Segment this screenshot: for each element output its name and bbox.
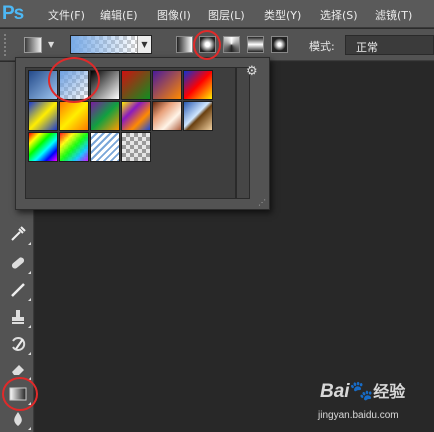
- watermark-brand2: 经验: [373, 384, 406, 401]
- resize-grip-icon[interactable]: ⋰: [258, 198, 266, 207]
- watermark-url: jingyan.baidu.com: [318, 410, 399, 421]
- blur-icon[interactable]: [9, 410, 31, 430]
- linear-gradient-icon[interactable]: [176, 36, 193, 53]
- menu-layer[interactable]: 图层(L): [208, 7, 245, 23]
- reflected-gradient-icon[interactable]: [247, 36, 264, 53]
- options-grip[interactable]: [4, 34, 10, 56]
- gradient-preset[interactable]: [90, 132, 120, 162]
- eyedropper-icon[interactable]: [9, 225, 31, 245]
- menu-select[interactable]: 选择(S): [320, 7, 358, 23]
- gradient-preset[interactable]: [121, 70, 151, 100]
- healing-brush-icon[interactable]: [9, 254, 31, 274]
- gradient-preset[interactable]: [183, 101, 213, 131]
- highlight-ring: [193, 30, 221, 60]
- gradient-preset[interactable]: [152, 70, 182, 100]
- menu-filter[interactable]: 滤镜(T): [375, 7, 412, 23]
- gradient-preview-picker[interactable]: ▼: [70, 35, 152, 54]
- menu-file[interactable]: 文件(F): [48, 7, 85, 23]
- mode-select[interactable]: 正常: [345, 35, 434, 55]
- clone-stamp-icon[interactable]: [9, 308, 31, 328]
- highlight-ring: [2, 377, 38, 411]
- menu-edit[interactable]: 编辑(E): [100, 7, 138, 23]
- chevron-down-icon[interactable]: ▼: [48, 40, 54, 49]
- watermark-brand: Bai: [320, 381, 350, 402]
- highlight-ring: [48, 57, 100, 103]
- photoshop-logo: Ps: [2, 3, 24, 24]
- paw-icon: 🐾: [349, 381, 374, 402]
- gradient-preset[interactable]: [152, 101, 182, 131]
- eraser-icon[interactable]: [9, 360, 31, 380]
- gradient-preset[interactable]: [183, 70, 213, 100]
- gradient-preset[interactable]: [28, 132, 58, 162]
- gradient-preset[interactable]: [59, 132, 89, 162]
- mode-label: 模式:: [309, 40, 335, 53]
- diamond-gradient-icon[interactable]: [271, 36, 288, 53]
- menu-bar: Ps 文件(F) 编辑(E) 图像(I) 图层(L) 类型(Y) 选择(S) 滤…: [0, 0, 434, 28]
- history-brush-icon[interactable]: [9, 335, 31, 355]
- watermark: Bai🐾经验 jingyan.baidu.com: [318, 378, 406, 421]
- gradient-preview-swatch[interactable]: [71, 36, 137, 53]
- gear-icon[interactable]: ⚙: [246, 64, 258, 79]
- angle-gradient-icon[interactable]: [223, 36, 240, 53]
- gradient-preset[interactable]: [121, 132, 151, 162]
- gradient-preset[interactable]: [121, 101, 151, 131]
- gradient-preset[interactable]: [59, 101, 89, 131]
- menu-type[interactable]: 类型(Y): [264, 7, 301, 23]
- gradient-preset[interactable]: [90, 101, 120, 131]
- gradient-preset[interactable]: [28, 101, 58, 131]
- brush-icon[interactable]: [9, 281, 31, 301]
- picker-scrollbar[interactable]: [236, 67, 250, 199]
- chevron-down-icon[interactable]: ▼: [137, 36, 151, 53]
- tool-preset-icon[interactable]: [24, 37, 42, 53]
- menu-image[interactable]: 图像(I): [157, 7, 191, 23]
